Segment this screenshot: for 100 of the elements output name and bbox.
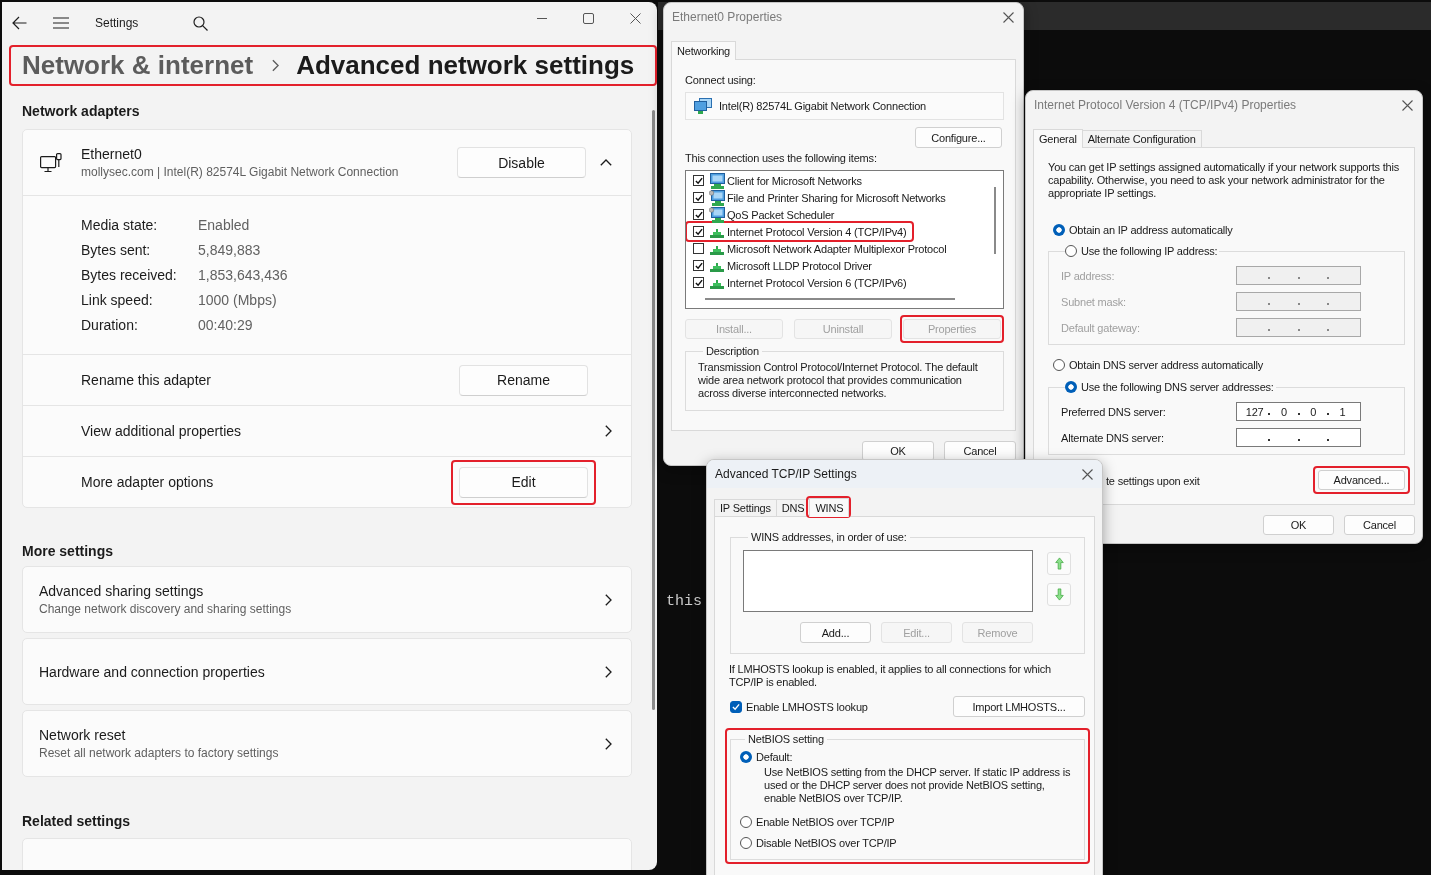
- radio-option[interactable]: Enable NetBIOS over TCP/IP: [740, 814, 1072, 830]
- network-protocol-icon: [709, 280, 725, 289]
- checkbox[interactable]: [693, 260, 704, 271]
- radio-option[interactable]: Obtain an IP address automatically: [1053, 222, 1233, 238]
- detail-value: 00:40:29: [198, 316, 253, 333]
- detail-label: Media state:: [81, 216, 159, 233]
- field-label: Subnet mask:: [1061, 295, 1127, 308]
- radio-option[interactable]: Obtain DNS server address automatically: [1053, 357, 1263, 373]
- scrollbar-thumb[interactable]: [652, 110, 655, 710]
- radio-option[interactable]: Use the following DNS server addresses:: [1065, 379, 1274, 395]
- checkbox-option[interactable]: Enable LMHOSTS lookup: [730, 700, 868, 713]
- section-heading: More settings: [22, 542, 114, 561]
- scrollbar-thumb[interactable]: [994, 187, 996, 254]
- checkbox[interactable]: [693, 243, 704, 254]
- checkbox[interactable]: [693, 277, 704, 288]
- radio-option[interactable]: Use the following IP address:: [1065, 243, 1218, 259]
- section-heading: Network adapters: [22, 102, 141, 121]
- radio-option[interactable]: Disable NetBIOS over TCP/IP: [740, 835, 1072, 851]
- close-icon[interactable]: [1003, 11, 1014, 23]
- list-item[interactable]: Client for Microsoft Networks: [687, 172, 868, 189]
- detail-value: 5,849,883: [198, 241, 261, 258]
- search-icon[interactable]: [193, 15, 209, 31]
- settings-link-card[interactable]: Network reset Reset all network adapters to factory settings: [22, 710, 632, 777]
- import-button[interactable]: Import LMHOSTS...: [953, 696, 1085, 717]
- configure-button[interactable]: Configure...: [915, 127, 1002, 148]
- chevron-right-icon: [605, 737, 612, 750]
- field-label: This connection uses the following items:: [685, 151, 877, 165]
- row-label: More adapter options: [81, 474, 215, 490]
- detail-label: Bytes received:: [81, 266, 178, 283]
- action-button[interactable]: Edit: [459, 466, 588, 498]
- dialog-title: Advanced TCP/IP Settings: [715, 467, 858, 481]
- detail-label: Duration:: [81, 316, 139, 333]
- disable-button[interactable]: Disable: [457, 147, 586, 178]
- arrow-down-icon: [1054, 588, 1064, 601]
- computer-service-icon: [709, 206, 725, 223]
- detail-label: Link speed:: [81, 291, 154, 308]
- list-item[interactable]: File and Printer Sharing for Microsoft Networks: [687, 189, 952, 206]
- scrollbar-thumb[interactable]: [705, 298, 955, 300]
- network-protocol-icon: [709, 246, 725, 255]
- close-icon[interactable]: [1082, 468, 1093, 480]
- action-button[interactable]: Rename: [459, 364, 588, 396]
- dialog-button[interactable]: Cancel: [1344, 515, 1415, 535]
- advanced-button[interactable]: Advanced...: [1318, 470, 1405, 490]
- card-subtitle: Reset all network adapters to factory settings: [39, 746, 280, 760]
- minimize-icon[interactable]: [537, 17, 547, 19]
- settings-link-card[interactable]: Hardware and connection properties: [22, 638, 632, 705]
- tab[interactable]: IP Settings: [714, 499, 777, 516]
- card-title: Advanced sharing settings: [39, 583, 205, 599]
- close-icon[interactable]: [630, 12, 641, 24]
- close-icon[interactable]: [1402, 99, 1413, 111]
- list-item[interactable]: Microsoft LLDP Protocol Driver: [687, 257, 878, 274]
- list-item[interactable]: QoS Packet Scheduler: [687, 206, 841, 223]
- chevron-right-icon: [272, 59, 280, 72]
- ip-address-field[interactable]: 127 0 0 1: [1236, 402, 1361, 421]
- back-arrow-icon[interactable]: [12, 16, 27, 30]
- radio-button[interactable]: [1065, 245, 1077, 257]
- radio-button[interactable]: [740, 751, 752, 763]
- card-title: Network reset: [39, 727, 127, 743]
- tab[interactable]: General: [1033, 129, 1083, 148]
- radio-button[interactable]: [1053, 359, 1065, 371]
- group-label: WINS addresses, in order of use:: [751, 531, 907, 543]
- maximize-icon[interactable]: [583, 12, 594, 24]
- section-heading: Related settings: [22, 812, 132, 831]
- terminal-text: this: [666, 593, 702, 610]
- network-adapter-icon: [694, 98, 712, 114]
- dialog-button[interactable]: OK: [862, 441, 934, 461]
- radio-button[interactable]: [740, 816, 752, 828]
- chevron-up-icon[interactable]: [600, 159, 612, 166]
- row-label: Rename this adapter: [81, 372, 212, 388]
- radio-option[interactable]: Default:: [740, 749, 1072, 765]
- network-protocol-icon: [709, 229, 725, 238]
- checkbox[interactable]: [730, 700, 742, 713]
- app-title: Settings: [95, 16, 139, 30]
- radio-button[interactable]: [1053, 224, 1065, 236]
- checkbox[interactable]: [693, 209, 704, 220]
- detail-label: Bytes sent:: [81, 241, 152, 258]
- list-item[interactable]: Microsoft Network Adapter Multiplexor Protocol: [687, 240, 953, 257]
- checkbox[interactable]: [693, 192, 704, 203]
- page-title: Advanced network settings: [296, 50, 635, 81]
- ip-address-field[interactable]: [1236, 428, 1361, 447]
- chevron-right-icon[interactable]: [605, 425, 612, 437]
- list-box[interactable]: [743, 550, 1033, 612]
- checkbox-label: te settings upon exit: [1106, 475, 1201, 487]
- checkbox[interactable]: [693, 226, 704, 237]
- breadcrumb-link[interactable]: Network & internet: [22, 50, 254, 81]
- settings-link-card[interactable]: Advanced sharing settings Change network discovery and sharing settings: [22, 566, 632, 633]
- computer-service-icon: [709, 189, 725, 206]
- menu-icon[interactable]: [53, 17, 69, 29]
- list-item[interactable]: Internet Protocol Version 6 (TCP/IPv6): [687, 274, 913, 291]
- radio-button[interactable]: [1065, 381, 1077, 393]
- tab[interactable]: Alternate Configuration: [1081, 130, 1202, 147]
- tab[interactable]: WINS: [809, 498, 850, 517]
- dialog-button[interactable]: OK: [1263, 515, 1334, 535]
- checkbox[interactable]: [693, 175, 704, 186]
- dialog-button[interactable]: Cancel: [944, 441, 1016, 461]
- list-item[interactable]: Internet Protocol Version 4 (TCP/IPv4): [687, 223, 913, 240]
- dialog-button[interactable]: Add...: [800, 622, 871, 643]
- radio-button[interactable]: [740, 837, 752, 849]
- chevron-right-icon: [605, 665, 612, 678]
- tab[interactable]: Networking: [671, 41, 737, 60]
